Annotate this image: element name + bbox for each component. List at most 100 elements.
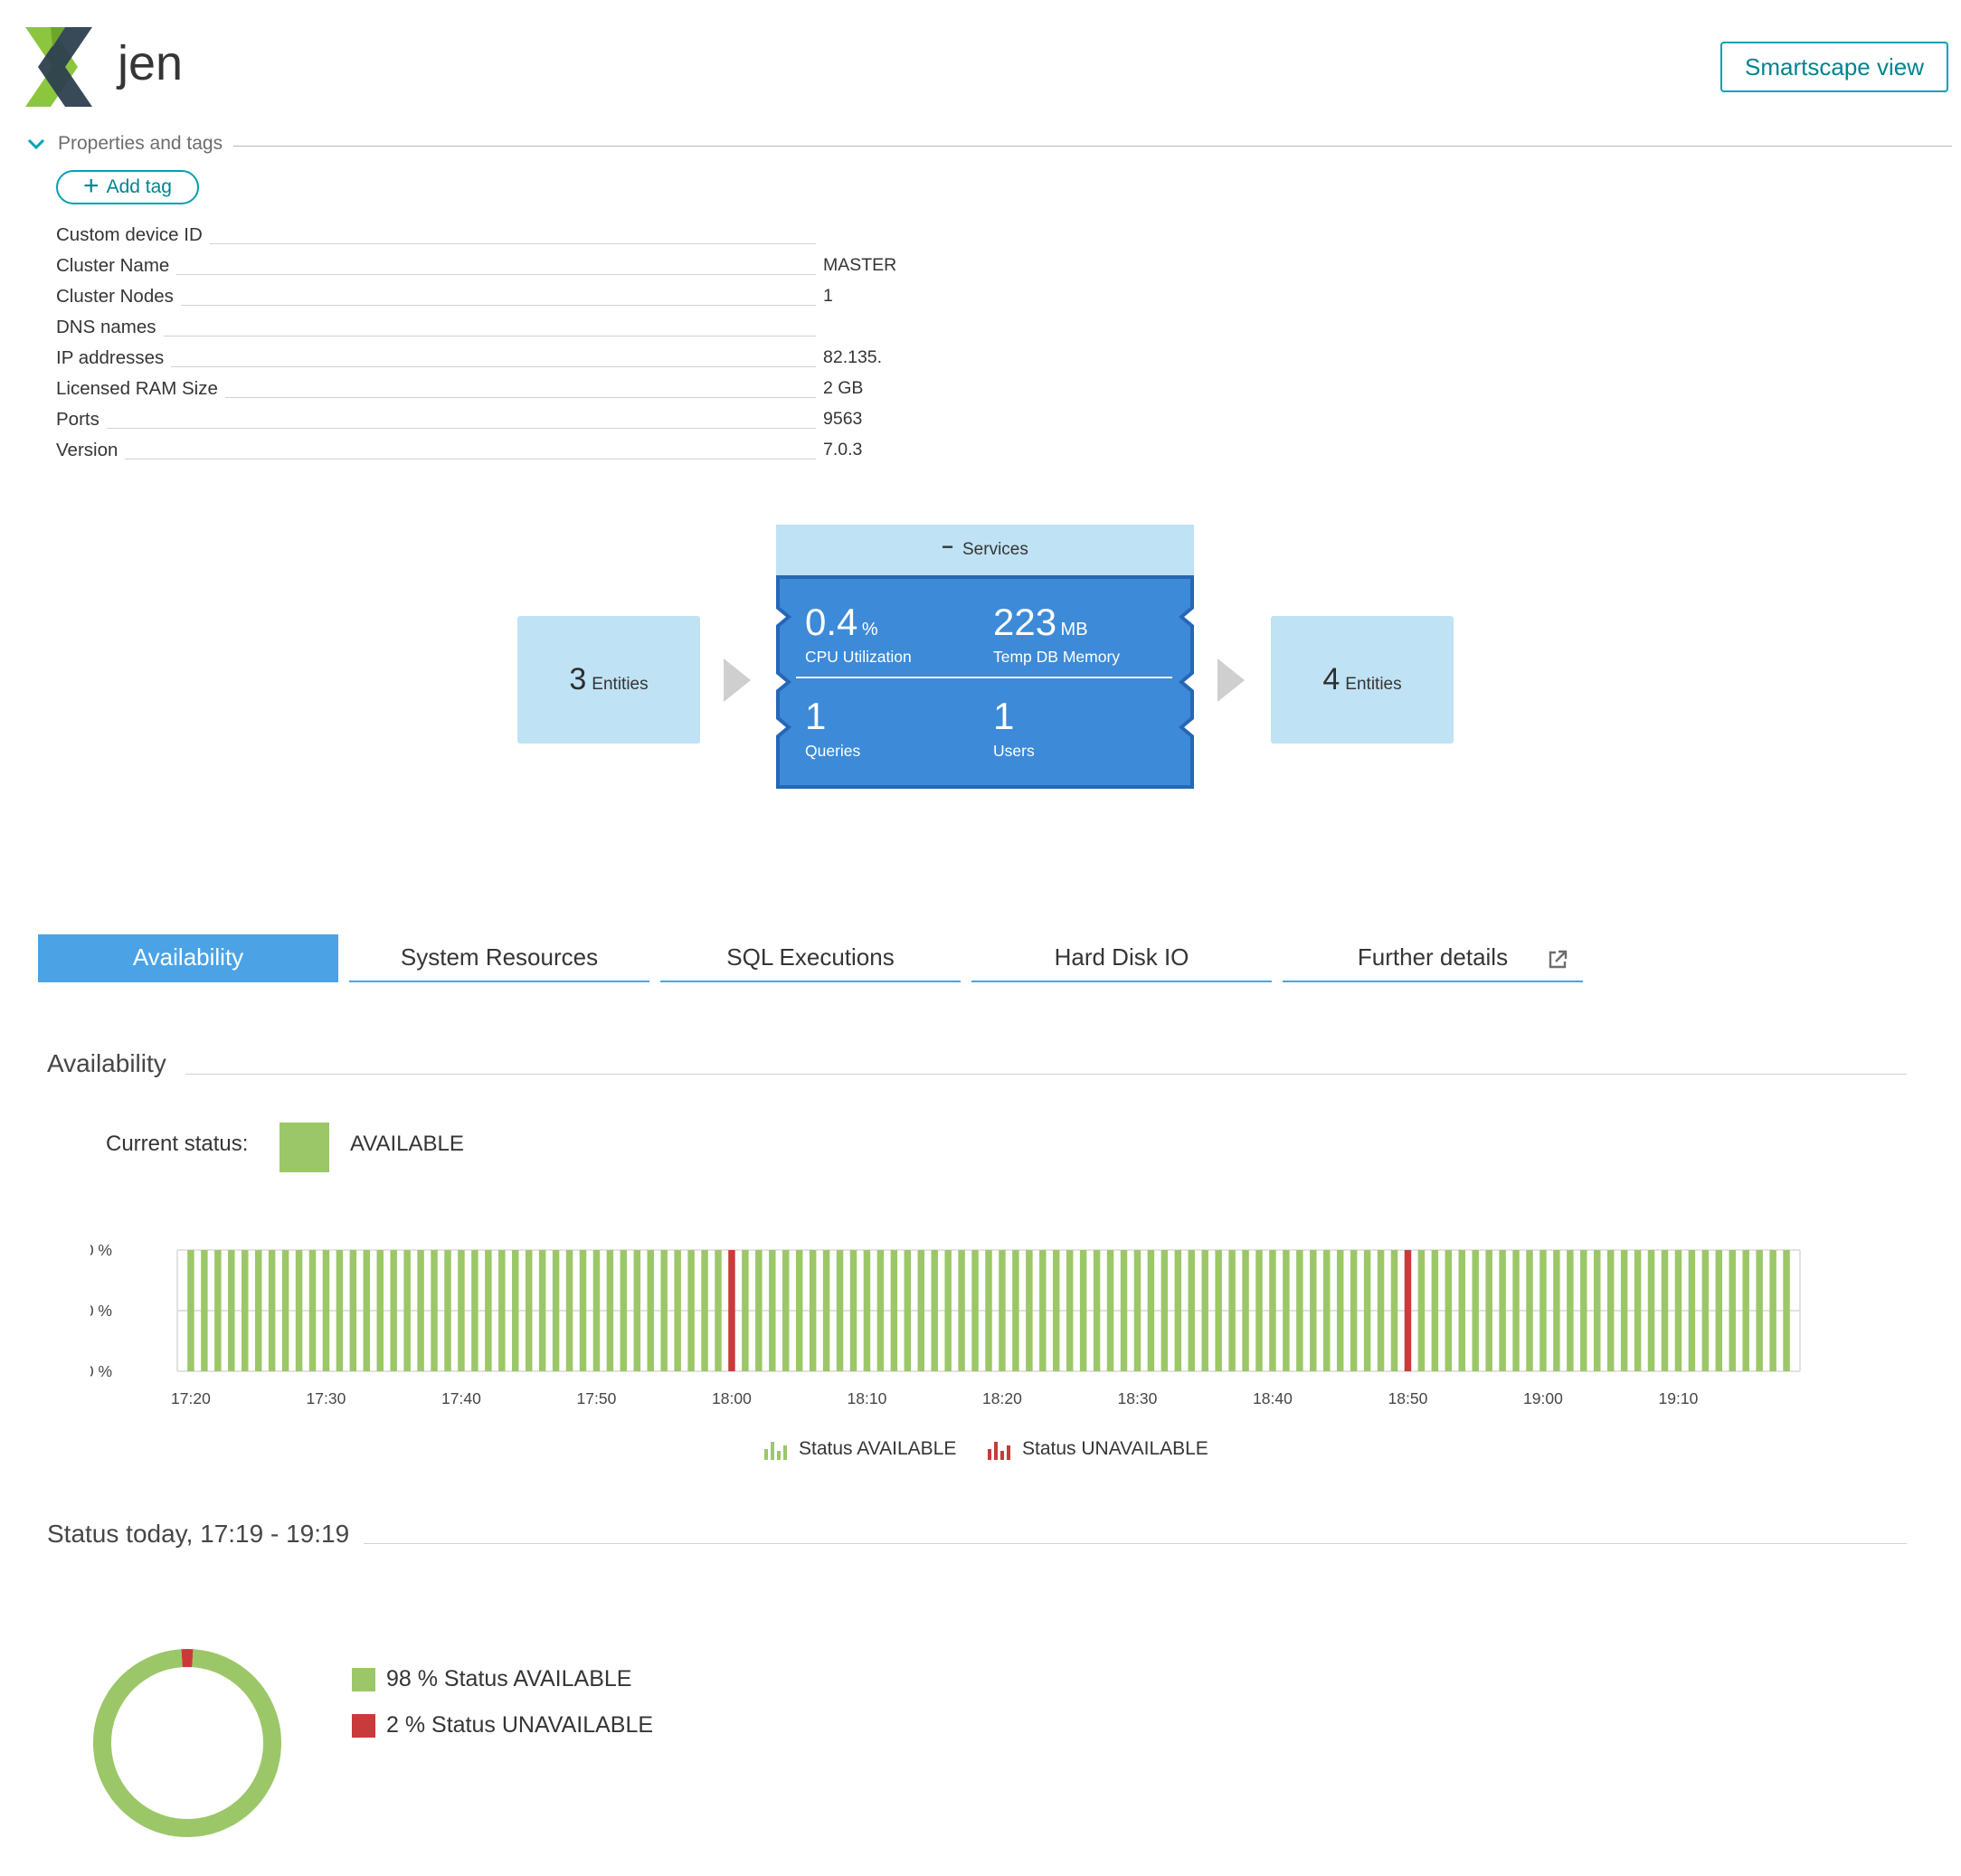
tab-hard-disk-io[interactable]: Hard Disk IO <box>971 934 1272 982</box>
properties-toggle[interactable]: Properties and tags <box>25 130 223 157</box>
current-status-swatch <box>279 1123 329 1172</box>
divider <box>339 1543 1907 1544</box>
metric-label: Users <box>993 742 1035 760</box>
upstream-entities-box[interactable]: 3 Entities <box>517 616 700 744</box>
bar-available <box>1026 1250 1033 1371</box>
property-key: Licensed RAM Size <box>56 378 225 400</box>
property-key: Cluster Name <box>56 255 177 277</box>
bar-available <box>606 1250 614 1371</box>
bar-available <box>1445 1250 1453 1371</box>
x-tick-label: 18:40 <box>1253 1389 1293 1407</box>
add-tag-label: Add tag <box>106 176 172 197</box>
tab-availability[interactable]: Availability <box>38 934 338 982</box>
bar-available <box>1390 1250 1398 1371</box>
status-today-title: Status today, 17:19 - 19:19 <box>47 1520 365 1549</box>
bar-available <box>742 1250 749 1371</box>
property-key: Custom device ID <box>56 224 210 246</box>
legend-swatch <box>352 1667 375 1691</box>
bar-available <box>1783 1250 1790 1371</box>
bar-available <box>403 1250 411 1371</box>
bar-available <box>498 1250 506 1371</box>
bar-available <box>485 1250 492 1371</box>
bar-available <box>579 1250 587 1371</box>
legend-status-unavailable[interactable]: Status UNAVAILABLE <box>986 1438 1208 1460</box>
pie-slice-available[interactable] <box>93 1649 281 1837</box>
x-tick-label: 19:00 <box>1523 1389 1563 1407</box>
bar-chart-icon <box>764 1442 787 1460</box>
bar-available <box>999 1250 1006 1371</box>
bar-available <box>660 1250 668 1371</box>
availability-bar-chart[interactable]: 100 % 50 % 0 % 17:20 17:30 17:40 17:50 18:00 18… <box>90 1239 1827 1420</box>
legend-status-available[interactable]: Status AVAILABLE <box>763 1438 956 1460</box>
property-row: Custom device ID <box>56 221 961 251</box>
property-value: 7.0.3 <box>823 440 863 460</box>
entity-label: Entities <box>1345 674 1402 694</box>
bar-available <box>1201 1250 1208 1371</box>
bar-available <box>674 1250 681 1371</box>
metric-unit: MB <box>1060 620 1088 640</box>
current-status-value: AVAILABLE <box>350 1132 464 1156</box>
bar-available <box>890 1250 898 1371</box>
bar-available <box>390 1250 397 1371</box>
legend-label: Status UNAVAILABLE <box>1022 1438 1208 1459</box>
tab-system-resources[interactable]: System Resources <box>349 934 649 982</box>
bar-available <box>1580 1250 1587 1371</box>
bar-available <box>444 1250 451 1371</box>
metric-value: 223 <box>993 601 1057 643</box>
pie-legend-available: 98 % Status AVAILABLE <box>352 1666 631 1692</box>
bar-available <box>1499 1250 1506 1371</box>
bar-available <box>552 1250 560 1371</box>
services-header[interactable]: − Services <box>776 525 1194 575</box>
tab-further-details[interactable]: Further details <box>1283 934 1583 982</box>
y-tick-label: 0 % <box>90 1362 112 1380</box>
bar-available <box>1674 1250 1682 1371</box>
cpu-utilization-metric: 0.4 % CPU Utilization <box>805 602 912 667</box>
bar-available <box>592 1250 601 1371</box>
y-tick-label: 50 % <box>90 1302 112 1320</box>
smartscape-view-button[interactable]: Smartscape view <box>1720 42 1948 92</box>
services-header-label: Services <box>962 540 1028 559</box>
bar-available <box>308 1250 317 1371</box>
bar-available <box>268 1250 276 1371</box>
property-row: Version 7.0.3 <box>56 436 961 467</box>
entity-count: 4 <box>1322 662 1340 696</box>
temp-db-memory-metric: 223 MB Temp DB Memory <box>993 602 1120 667</box>
bar-available <box>971 1250 979 1371</box>
bar-available <box>471 1250 478 1371</box>
bar-available <box>836 1250 844 1371</box>
bar-available <box>295 1250 303 1371</box>
bar-available <box>1283 1250 1290 1371</box>
bar-available <box>1634 1250 1642 1371</box>
bar-available <box>1512 1250 1520 1371</box>
bar-available <box>863 1250 871 1371</box>
bar-available <box>1228 1250 1236 1371</box>
downstream-entities-box[interactable]: 4 Entities <box>1271 616 1454 744</box>
bar-available <box>322 1250 330 1371</box>
add-tag-button[interactable]: + Add tag <box>56 170 199 204</box>
dynatrace-x-logo-icon <box>25 27 92 107</box>
bar-available <box>1594 1250 1601 1371</box>
status-donut-chart[interactable] <box>90 1646 284 1840</box>
tab-sql-executions[interactable]: SQL Executions <box>660 934 961 982</box>
services-metrics-card[interactable]: 0.4 % CPU Utilization 223 MB Temp DB Mem… <box>776 575 1194 789</box>
bar-available <box>214 1250 222 1371</box>
bar-available <box>620 1250 628 1371</box>
bar-available <box>1174 1250 1182 1371</box>
flow-arrow-icon <box>1217 658 1245 702</box>
bar-chart-icon <box>988 1442 1010 1460</box>
dotted-leader <box>56 459 816 460</box>
bar-available <box>228 1250 235 1371</box>
bar-available <box>917 1250 924 1371</box>
bar-available <box>1377 1250 1385 1371</box>
bar-available <box>1661 1250 1669 1371</box>
bar-available <box>1106 1250 1114 1371</box>
bar-available <box>1296 1250 1303 1371</box>
bar-available <box>281 1250 289 1371</box>
property-row: DNS names <box>56 313 961 344</box>
property-value: MASTER <box>823 255 897 275</box>
bar-available <box>1147 1250 1155 1371</box>
bar-available <box>647 1250 654 1371</box>
bar-available <box>1553 1250 1560 1371</box>
bar-available <box>1350 1250 1358 1371</box>
bar-available <box>1431 1250 1439 1371</box>
